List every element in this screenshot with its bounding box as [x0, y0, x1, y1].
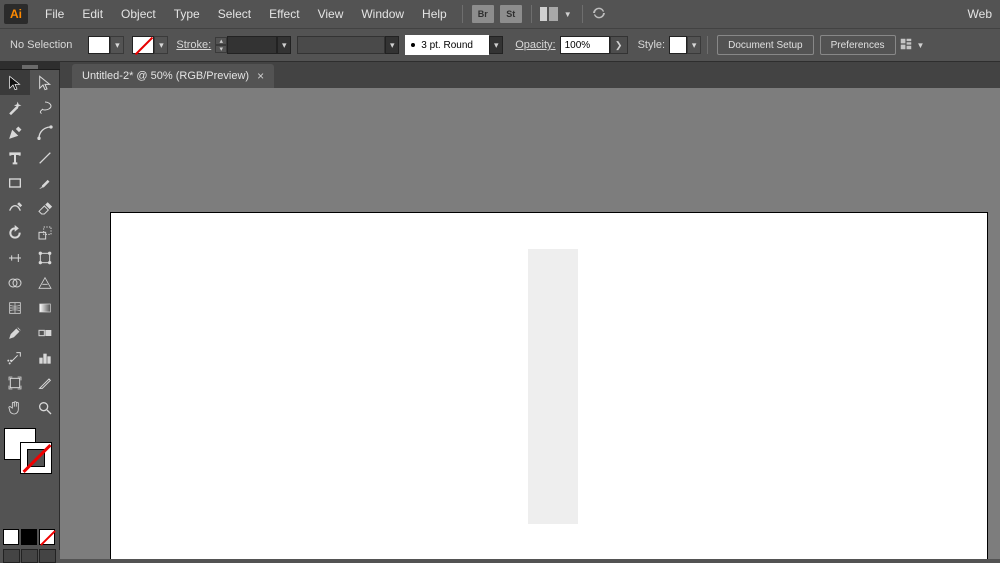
document-setup-button[interactable]: Document Setup — [717, 35, 814, 55]
eraser-tool[interactable] — [30, 195, 60, 220]
control-bar: No Selection ▾ ▾ Stroke: ▴▾ ▾ ▾ 3 pt. Ro… — [0, 28, 1000, 62]
app-badge: Ai — [4, 4, 28, 24]
scale-tool[interactable] — [30, 220, 60, 245]
symbol-sprayer-tool[interactable] — [0, 345, 30, 370]
menu-window[interactable]: Window — [352, 3, 413, 25]
stroke-panel-link[interactable]: Stroke: — [176, 39, 211, 51]
chevron-down-icon[interactable]: ▼ — [917, 41, 925, 50]
brush-definition-select[interactable]: 3 pt. Round — [405, 35, 489, 55]
opacity-dropdown[interactable]: ❯ — [610, 36, 628, 54]
graphic-style-swatch[interactable] — [669, 36, 687, 54]
color-swatches-section — [0, 424, 59, 474]
opacity-panel-link[interactable]: Opacity: — [515, 39, 555, 51]
stroke-color-swatch[interactable] — [20, 442, 52, 474]
brush-dropdown[interactable]: ▾ — [489, 36, 503, 54]
curvature-tool[interactable] — [30, 120, 60, 145]
pen-tool[interactable] — [0, 120, 30, 145]
variable-width-dropdown[interactable]: ▾ — [385, 36, 399, 54]
magic-wand-tool[interactable] — [0, 95, 30, 120]
bridge-button[interactable]: Br — [472, 5, 494, 23]
chevron-down-icon[interactable]: ▼ — [564, 10, 572, 19]
menu-effect[interactable]: Effect — [260, 3, 308, 25]
style-label: Style: — [638, 39, 666, 51]
draw-normal-mode[interactable] — [3, 549, 20, 563]
selection-tool[interactable] — [0, 70, 30, 95]
lasso-tool[interactable] — [30, 95, 60, 120]
workspace-switcher[interactable]: Web — [960, 0, 1000, 28]
menu-select[interactable]: Select — [209, 3, 260, 25]
stroke-weight-dropdown[interactable]: ▾ — [277, 36, 291, 54]
column-graph-tool[interactable] — [30, 345, 60, 370]
fill-swatch[interactable] — [88, 36, 110, 54]
menu-type[interactable]: Type — [165, 3, 209, 25]
color-mode-gradient[interactable] — [21, 529, 37, 545]
graphic-style-dropdown[interactable]: ▾ — [687, 36, 701, 54]
drawn-rectangle-shape[interactable] — [528, 249, 578, 524]
line-segment-tool[interactable] — [30, 145, 60, 170]
fill-dropdown[interactable]: ▾ — [110, 36, 124, 54]
divider — [462, 5, 463, 23]
arrange-documents-icon[interactable] — [540, 7, 558, 21]
menu-help[interactable]: Help — [413, 3, 456, 25]
tools-panel — [0, 70, 60, 550]
shaper-tool[interactable] — [0, 195, 30, 220]
stroke-dropdown[interactable]: ▾ — [154, 36, 168, 54]
brush-preview-icon — [411, 43, 415, 47]
color-mode-solid[interactable] — [3, 529, 19, 545]
perspective-grid-tool[interactable] — [30, 270, 60, 295]
draw-behind-mode[interactable] — [21, 549, 38, 563]
divider — [582, 5, 583, 23]
selection-state-label: No Selection — [10, 39, 72, 51]
document-tab-row: Untitled-2* @ 50% (RGB/Preview) × — [0, 62, 1000, 88]
gradient-tool[interactable] — [30, 295, 60, 320]
divider — [707, 36, 708, 54]
hand-tool[interactable] — [0, 395, 30, 420]
application-menu-bar: Ai File Edit Object Type Select Effect V… — [0, 0, 1000, 28]
opacity-field[interactable]: 100% — [560, 36, 610, 54]
brush-name-label: 3 pt. Round — [421, 40, 473, 51]
canvas-workspace[interactable] — [60, 88, 1000, 559]
close-icon[interactable]: × — [257, 69, 264, 83]
align-flyout-icon[interactable] — [899, 37, 913, 54]
menu-file[interactable]: File — [36, 3, 73, 25]
menu-view[interactable]: View — [309, 3, 353, 25]
tool-panel-handle[interactable] — [0, 62, 60, 70]
zoom-tool[interactable] — [30, 395, 60, 420]
slice-tool[interactable] — [30, 370, 60, 395]
stroke-weight-stepper[interactable]: ▴▾ — [215, 37, 227, 53]
free-transform-tool[interactable] — [30, 245, 60, 270]
rectangle-tool[interactable] — [0, 170, 30, 195]
stock-button[interactable]: St — [500, 5, 522, 23]
direct-selection-tool[interactable] — [30, 70, 60, 95]
menu-object[interactable]: Object — [112, 3, 165, 25]
width-tool[interactable] — [0, 245, 30, 270]
rotate-tool[interactable] — [0, 220, 30, 245]
artboard[interactable] — [110, 212, 988, 559]
document-tab-title: Untitled-2* @ 50% (RGB/Preview) — [82, 70, 249, 82]
document-tab[interactable]: Untitled-2* @ 50% (RGB/Preview) × — [72, 64, 274, 88]
divider — [531, 5, 532, 23]
paintbrush-tool[interactable] — [30, 170, 60, 195]
menu-edit[interactable]: Edit — [73, 3, 112, 25]
type-tool[interactable] — [0, 145, 30, 170]
stroke-swatch[interactable] — [132, 36, 154, 54]
draw-inside-mode[interactable] — [39, 549, 56, 563]
color-mode-none[interactable] — [39, 529, 55, 545]
artboard-tool[interactable] — [0, 370, 30, 395]
sync-settings-icon[interactable] — [589, 5, 609, 24]
mesh-tool[interactable] — [0, 295, 30, 320]
eyedropper-tool[interactable] — [0, 320, 30, 345]
variable-width-profile[interactable] — [297, 36, 385, 54]
stroke-weight-field[interactable] — [227, 36, 277, 54]
preferences-button[interactable]: Preferences — [820, 35, 896, 55]
blend-tool[interactable] — [30, 320, 60, 345]
shape-builder-tool[interactable] — [0, 270, 30, 295]
